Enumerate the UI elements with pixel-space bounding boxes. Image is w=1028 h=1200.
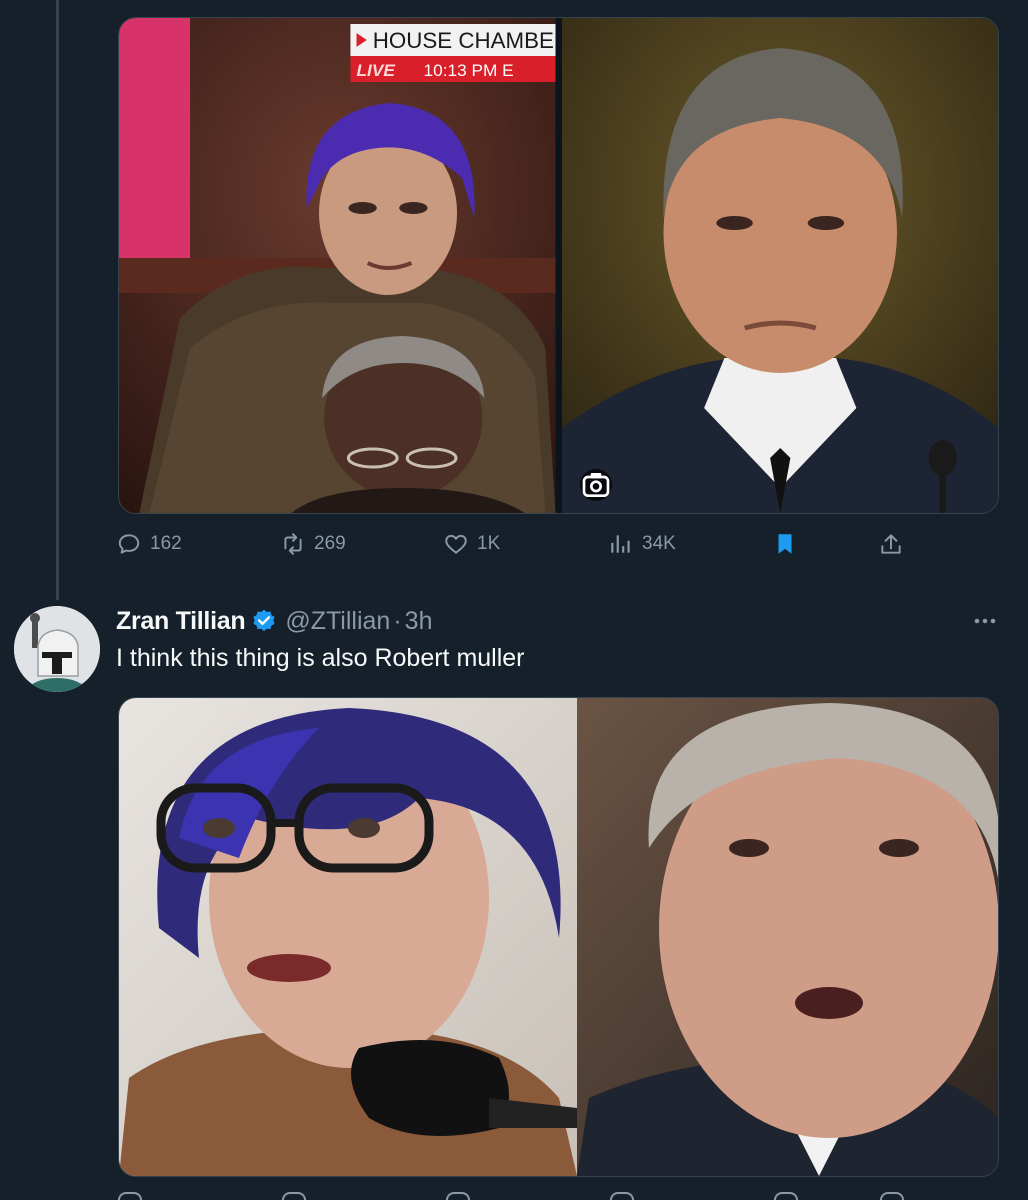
tweet2-header: Zran Tillian @ZTillian · 3h xyxy=(116,604,432,638)
reply-icon[interactable] xyxy=(118,1192,142,1200)
retweet-icon xyxy=(284,533,302,555)
like-button[interactable]: 1K xyxy=(443,528,500,560)
bookmark-icon xyxy=(778,534,792,554)
avatar[interactable] xyxy=(14,606,100,692)
retweet-count: 269 xyxy=(314,533,346,554)
helmet-avatar-icon xyxy=(14,606,100,692)
share-icon xyxy=(881,534,901,554)
photo-illustration xyxy=(119,698,998,1176)
reply-button[interactable]: 162 xyxy=(116,528,182,560)
views-button[interactable]: 34K xyxy=(608,528,676,560)
views-bar-chart-icon[interactable] xyxy=(610,1192,634,1200)
thread-connector-line xyxy=(56,0,59,600)
view-count: 34K xyxy=(642,533,676,554)
reply-icon xyxy=(118,534,140,554)
share-icon[interactable] xyxy=(880,1192,904,1200)
tweet2-media[interactable] xyxy=(118,697,999,1177)
tweet1-action-bar: 162 269 1K 34K xyxy=(116,528,906,560)
chyron-time: 10:13 PM E xyxy=(424,61,514,80)
verified-badge-icon xyxy=(253,609,275,632)
tweet-time[interactable]: 3h xyxy=(405,607,433,636)
tweet1-media-left[interactable]: HOUSE CHAMBE LIVE 10:13 PM E xyxy=(119,18,556,513)
views-bar-chart-icon xyxy=(611,535,630,553)
camera-icon[interactable] xyxy=(579,469,612,501)
chyron-live: LIVE xyxy=(357,61,396,80)
bookmark-icon[interactable] xyxy=(774,1192,798,1200)
bookmark-button[interactable] xyxy=(772,528,798,560)
heart-icon xyxy=(445,534,467,554)
retweet-icon[interactable] xyxy=(282,1192,306,1200)
tweet2-text: I think this thing is also Robert muller xyxy=(116,644,525,672)
reply-count: 162 xyxy=(150,533,182,554)
share-button[interactable] xyxy=(878,528,904,560)
more-options-icon[interactable] xyxy=(968,606,1002,636)
twitter-thread: HOUSE CHAMBE LIVE 10:13 PM E 162 269 1K … xyxy=(0,0,1028,1200)
retweet-button[interactable]: 269 xyxy=(280,528,346,560)
author-handle[interactable]: @ZTillian xyxy=(285,607,390,636)
heart-icon[interactable] xyxy=(446,1192,470,1200)
like-count: 1K xyxy=(477,533,501,554)
author-name[interactable]: Zran Tillian xyxy=(116,607,246,636)
tweet2-action-bar-partial xyxy=(116,1188,906,1200)
tweet1-media-right[interactable] xyxy=(561,18,998,513)
photo-illustration: HOUSE CHAMBE LIVE 10:13 PM E xyxy=(119,18,556,513)
photo-illustration xyxy=(561,18,998,513)
separator-dot: · xyxy=(393,606,402,635)
tweet1-media-grid[interactable]: HOUSE CHAMBE LIVE 10:13 PM E xyxy=(118,17,999,514)
chyron-title: HOUSE CHAMBE xyxy=(373,28,554,53)
